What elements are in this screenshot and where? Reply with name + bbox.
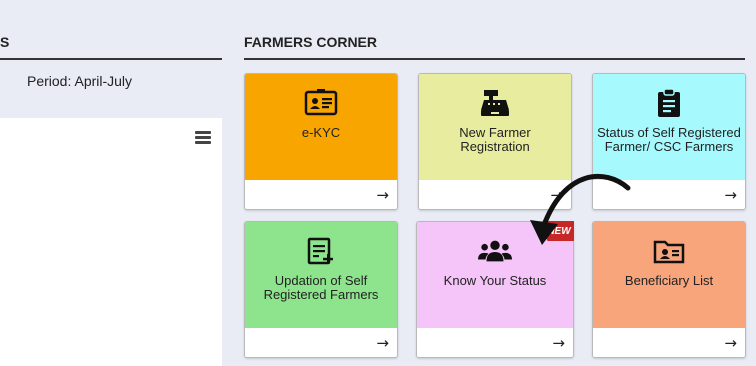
period-label: Period: April-July [27,73,133,89]
cash-register-icon [478,88,512,118]
card-label: Beneficiary List [624,273,714,288]
arrow-right-icon[interactable]: → [724,334,737,352]
folder-user-icon [652,236,686,266]
users-icon [478,236,512,266]
card-e-kyc[interactable]: e-KYC → [244,73,398,210]
id-card-icon [304,88,338,118]
card-updation-header: Updation of Self Registered Farmers [245,222,397,328]
left-section-title: S [0,34,10,50]
card-label: e-KYC [301,125,341,140]
card-status-self-registered-header: Status of Self Registered Farmer/ CSC Fa… [593,74,745,180]
left-title-divider [0,58,222,60]
card-label: New Farmer Registration [459,125,531,154]
arrow-right-icon[interactable]: → [552,334,565,352]
card-label: Status of Self Registered Farmer/ CSC Fa… [597,125,741,154]
farmers-corner-title: FARMERS CORNER [244,34,378,50]
card-label: Updation of Self Registered Farmers [263,273,379,302]
farmers-corner-divider [244,58,745,60]
chart-panel [0,118,222,366]
hamburger-menu-icon[interactable] [195,131,211,145]
card-new-farmer-registration-header: New Farmer Registration [419,74,571,180]
card-label: Know Your Status [443,273,547,288]
curved-pointer-arrow-icon [530,173,631,245]
arrow-right-icon[interactable]: → [724,186,737,204]
arrow-right-icon[interactable]: → [376,334,389,352]
clipboard-icon [652,88,686,118]
card-e-kyc-header: e-KYC [245,74,397,180]
card-updation-self-registered[interactable]: Updation of Self Registered Farmers → [244,221,398,358]
arrow-right-icon[interactable]: → [376,186,389,204]
edit-document-icon [304,236,338,266]
